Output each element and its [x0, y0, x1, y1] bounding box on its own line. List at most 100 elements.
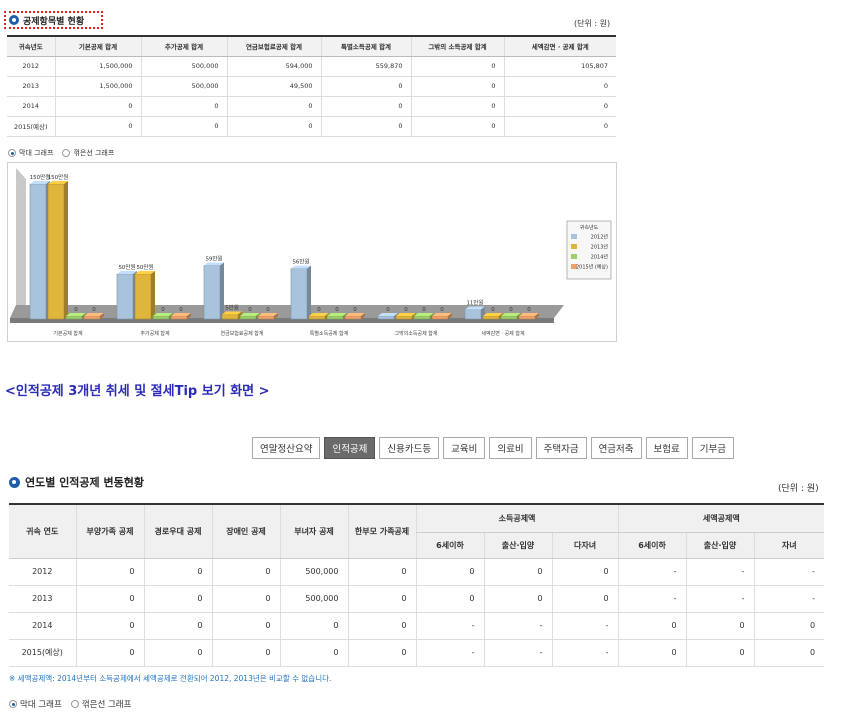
chart-bar	[464, 309, 482, 320]
column-header: 특별소득공제 합계	[320, 35, 411, 57]
chart-bar	[29, 183, 47, 320]
value-cell: 0	[320, 116, 411, 137]
table-row: 2013 0 0 0 500,000 0 0 0 0- - -	[9, 585, 825, 613]
chart-data-label: 0	[74, 307, 78, 313]
value-cell: 0	[410, 116, 504, 137]
value-cell: 500,000	[140, 76, 227, 97]
value-cell: 0	[347, 639, 416, 667]
chart-bar	[83, 315, 101, 320]
value-cell: 0	[415, 585, 484, 613]
chart-bar	[395, 315, 413, 320]
tab-year-end-summary[interactable]: 연말정산요약	[252, 437, 321, 459]
section1-unit-label: (단위 : 원)	[574, 19, 611, 28]
chart-bar	[239, 315, 257, 320]
column-header-disabled: 장애인 공제	[211, 503, 280, 559]
chart-data-label: 0	[92, 307, 96, 313]
table-row: 2013 1,500,000 500,000 49,500 0 0 0	[7, 76, 616, 97]
value-cell: 0	[617, 639, 687, 667]
line-graph-radio-label[interactable]: 꺾은선 그래프	[73, 148, 114, 158]
chart-bar	[170, 315, 188, 320]
tab-credit-card[interactable]: 신용카드등	[379, 437, 440, 459]
bar-chart-svg: 150만원150만원0 0기본공제 합계50만원 50만원0 0추가공제 합계59만원…	[10, 168, 612, 337]
chart-legend-label: 2012년	[591, 234, 609, 241]
chart-category-label: 기본공제 합계	[53, 330, 83, 337]
table-header-row: 귀속 연도 부양가족 공제 경로우대 공제 장애인 공제 부녀자 공제 한부모 …	[9, 503, 825, 559]
chart-bar	[47, 183, 65, 320]
chart-data-label: 0	[353, 307, 357, 313]
value-cell: 0	[54, 116, 141, 137]
value-cell: 0	[143, 612, 212, 640]
chart-bar	[134, 273, 152, 320]
chart-data-label: 50만원	[118, 263, 135, 271]
value-cell: 0	[140, 116, 227, 137]
year-cell: 2013	[9, 585, 76, 613]
chart-data-label: 0	[404, 307, 408, 313]
chart-category-label: 그밖의소득공제 합계	[395, 330, 438, 337]
column-header: 기본공제 합계	[54, 35, 141, 57]
tab-insurance[interactable]: 보험료	[645, 437, 688, 459]
column-header: 그밖의 소득공제 합계	[410, 35, 504, 57]
section1-title-box: 공제항목별 현황	[4, 11, 103, 29]
chart-data-label: 0	[179, 307, 183, 313]
value-cell: 1,500,000	[54, 56, 141, 77]
column-header: 6세이하	[415, 532, 484, 559]
line-graph-radio-label[interactable]: 꺾은선 그래프	[82, 698, 132, 710]
value-cell: 0	[503, 116, 616, 137]
value-cell: 0	[503, 96, 616, 117]
value-cell: 105,807	[503, 56, 616, 77]
value-cell: 0	[347, 585, 416, 613]
chart-category-label: 특별소득공제 합계	[310, 330, 349, 337]
column-header: 연금보험료공제 합계	[226, 35, 321, 57]
bar-graph-radio[interactable]	[8, 149, 16, 157]
value-cell: 0	[410, 56, 504, 77]
deduction-bar-chart: 150만원 150만원 0 0 기본공제 합계 50만원 50만원 0 0 추가공제 합계 59만원…	[7, 162, 617, 342]
value-cell: 0	[347, 612, 416, 640]
tab-personal-deduction[interactable]: 인적공제	[324, 437, 376, 459]
column-group-tax-credit: 세액공제액	[617, 503, 825, 533]
section1-graph-type-radio-group: 막대 그래프 꺾은선 그래프	[8, 148, 120, 158]
table-row: 2012 0 0 0 500,000 0 0 0 0- - -	[9, 558, 825, 586]
line-graph-radio[interactable]	[70, 700, 79, 708]
column-header: 추가공제 합계	[140, 35, 227, 57]
value-cell: 0	[685, 639, 755, 667]
tab-medical[interactable]: 의료비	[489, 437, 532, 459]
value-cell: -	[753, 558, 825, 586]
value-cell: 0	[685, 612, 755, 640]
year-cell: 2012	[9, 558, 76, 586]
value-cell: 0	[75, 558, 144, 586]
year-cell: 2012	[7, 56, 55, 77]
chart-back-wall	[16, 168, 564, 305]
value-cell: 0	[617, 612, 687, 640]
bar-graph-radio[interactable]	[9, 700, 17, 708]
chart-bar	[257, 315, 275, 320]
chart-data-label: 0	[386, 307, 390, 313]
column-header: 자녀	[753, 532, 825, 559]
year-cell: 2014	[9, 612, 76, 640]
bar-graph-radio-label[interactable]: 막대 그래프	[19, 148, 53, 158]
value-cell: 0	[551, 585, 619, 613]
value-cell: 0	[75, 639, 144, 667]
column-header: 다자녀	[551, 532, 619, 559]
value-cell: 0	[279, 612, 348, 640]
section2-graph-type-radio-group: 막대 그래프 꺾은선 그래프	[9, 698, 137, 710]
chart-bar	[203, 265, 221, 320]
value-cell: 0	[503, 76, 616, 97]
chart-data-label: 59만원	[205, 255, 222, 263]
value-cell: -	[551, 639, 619, 667]
tab-housing-fund[interactable]: 주택자금	[535, 437, 587, 459]
tab-education[interactable]: 교육비	[443, 437, 486, 459]
chart-bar-side	[64, 181, 68, 319]
value-cell: 0	[347, 558, 416, 586]
column-header: 6세이하	[617, 532, 687, 559]
chart-data-label: 0	[422, 307, 426, 313]
column-header-female: 부녀자 공제	[279, 503, 348, 559]
table-header-row: 귀속년도 기본공제 합계 추가공제 합계 연금보험료공제 합계 특별소득공제 합…	[7, 35, 616, 57]
value-cell: 0	[753, 639, 825, 667]
table-row: 2014 0 0 0 0 0- - -0 0 0	[9, 612, 825, 640]
tab-pension-savings[interactable]: 연금저축	[590, 437, 642, 459]
chart-bar	[344, 315, 362, 320]
tab-donation[interactable]: 기부금	[691, 437, 734, 459]
line-graph-radio[interactable]	[62, 149, 71, 157]
bar-graph-radio-label[interactable]: 막대 그래프	[20, 698, 62, 710]
value-cell: -	[551, 612, 619, 640]
